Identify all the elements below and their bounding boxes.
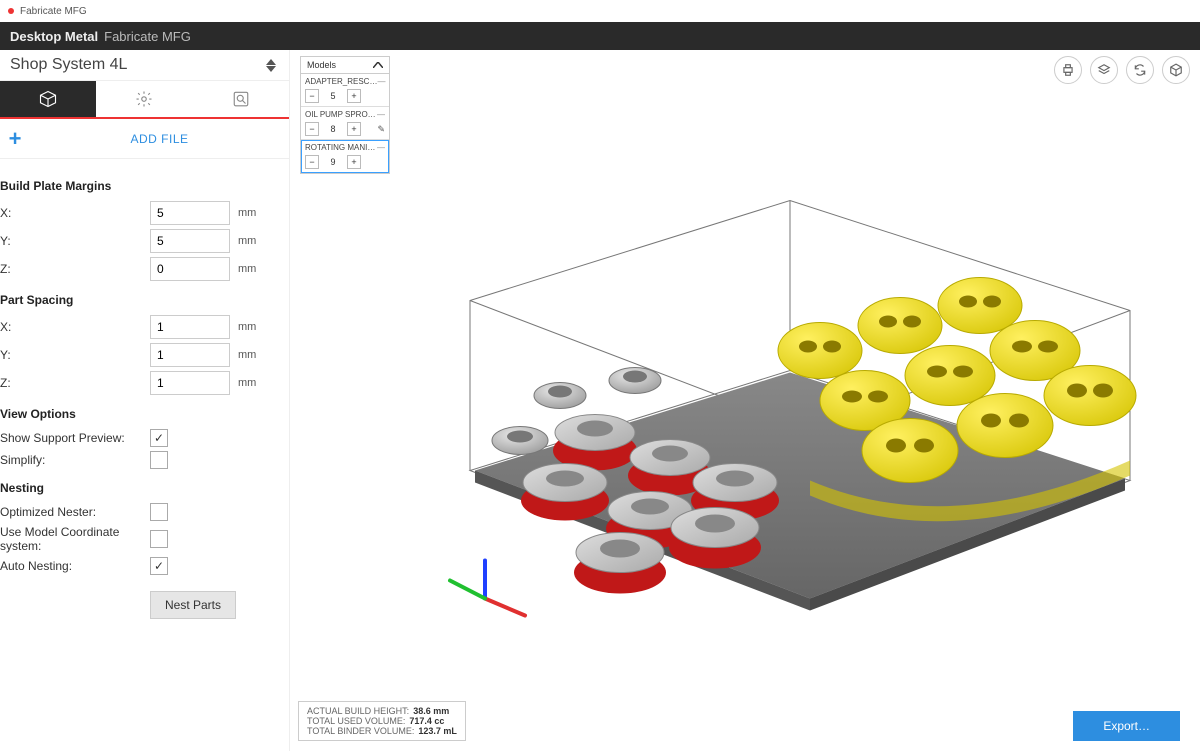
auto-nesting-label: Auto Nesting: [0,559,150,573]
section-part-spacing: Part Spacing [0,293,279,307]
qty-value: 9 [323,157,343,167]
view-toolbar [1054,56,1190,84]
qty-decrement[interactable]: − [305,122,319,136]
model-name: ADAPTER_RESC… [305,77,377,86]
support-preview-label: Show Support Preview: [0,431,150,445]
stats-box: ACTUAL BUILD HEIGHT: 38.6 mm TOTAL USED … [298,701,466,741]
simplify-label: Simplify: [0,453,150,467]
margin-x-label: X: [0,206,150,220]
section-build-margins: Build Plate Margins [0,179,279,193]
add-file-label: ADD FILE [30,132,289,146]
layers-icon[interactable] [1090,56,1118,84]
build-viewport[interactable] [390,110,1170,671]
spacing-x-label: X: [0,320,150,334]
model-name: ROTATING MANI… [305,143,375,152]
stat-value: 717.4 cc [409,716,444,726]
margin-z-input[interactable] [150,257,230,281]
model-item-1[interactable]: OIL PUMP SPRO…— − 8 + ✎ [301,107,389,140]
margin-x-input[interactable] [150,201,230,225]
edit-icon[interactable]: ✎ [377,124,385,135]
sort-updown-icon [263,59,279,72]
tab-inspect[interactable] [193,81,289,117]
system-selector[interactable]: Shop System 4L [0,50,289,81]
printer-icon[interactable] [1054,56,1082,84]
system-label: Shop System 4L [10,56,127,74]
add-file-button[interactable]: + ADD FILE [0,119,289,159]
sidebar: Shop System 4L + ADD FILE Build Plate Ma… [0,50,290,751]
optimized-nester-checkbox[interactable] [150,503,168,521]
cube-icon[interactable] [1162,56,1190,84]
unit-label: mm [238,235,256,247]
unit-label: mm [238,263,256,275]
use-model-coord-checkbox[interactable] [150,530,168,548]
auto-nesting-checkbox[interactable] [150,557,168,575]
margin-y-label: Y: [0,234,150,248]
model-item-0[interactable]: ADAPTER_RESC…— − 5 + [301,74,389,107]
use-model-coord-label: Use Model Coordinate system: [0,525,150,553]
chevron-up-icon [373,60,383,70]
qty-decrement[interactable]: − [305,89,319,103]
rotate-icon[interactable] [1126,56,1154,84]
tab-build[interactable] [0,81,96,117]
minus-icon: — [377,77,385,86]
tab-settings[interactable] [96,81,192,117]
workarea: Models ADAPTER_RESC…— − 5 + OIL PUMP SPR… [290,50,1200,751]
simplify-checkbox[interactable] [150,451,168,469]
section-nesting: Nesting [0,481,279,495]
support-preview-checkbox[interactable] [150,429,168,447]
mode-tabs [0,81,289,119]
tab-label: Fabricate MFG [20,6,87,17]
stat-value: 123.7 mL [418,726,457,736]
spacing-z-label: Z: [0,376,150,390]
export-button[interactable]: Export… [1073,711,1180,741]
minus-icon: — [377,110,385,119]
plus-icon: + [0,126,30,152]
stat-label: TOTAL BINDER VOLUME: [307,726,414,736]
spacing-y-input[interactable] [150,343,230,367]
stat-value: 38.6 mm [413,706,449,716]
title-bar: Desktop Metal Fabricate MFG [0,22,1200,50]
nest-parts-button[interactable]: Nest Parts [150,591,236,619]
qty-increment[interactable]: + [347,155,361,169]
qty-decrement[interactable]: − [305,155,319,169]
spacing-x-input[interactable] [150,315,230,339]
tab-favicon [8,8,14,14]
model-name: OIL PUMP SPRO… [305,110,376,119]
minus-icon: — [377,143,385,152]
stat-label: ACTUAL BUILD HEIGHT: [307,706,409,716]
unit-label: mm [238,349,256,361]
section-view-options: View Options [0,407,279,421]
browser-tab-bar: Fabricate MFG [0,0,1200,22]
qty-value: 5 [323,91,343,101]
spacing-z-input[interactable] [150,371,230,395]
unit-label: mm [238,321,256,333]
margin-y-input[interactable] [150,229,230,253]
qty-increment[interactable]: + [347,122,361,136]
models-panel-header[interactable]: Models [301,57,389,74]
qty-value: 8 [323,124,343,134]
qty-increment[interactable]: + [347,89,361,103]
settings-panel: Build Plate Margins X: mm Y: mm Z: mm Pa… [0,159,289,751]
brand-name: Desktop Metal [10,29,98,44]
margin-z-label: Z: [0,262,150,276]
stat-label: TOTAL USED VOLUME: [307,716,405,726]
unit-label: mm [238,207,256,219]
optimized-nester-label: Optimized Nester: [0,505,150,519]
models-panel: Models ADAPTER_RESC…— − 5 + OIL PUMP SPR… [300,56,390,174]
app-name: Fabricate MFG [104,29,191,44]
model-item-2[interactable]: ROTATING MANI…— − 9 + [301,140,389,173]
unit-label: mm [238,377,256,389]
models-panel-title: Models [307,60,336,70]
spacing-y-label: Y: [0,348,150,362]
